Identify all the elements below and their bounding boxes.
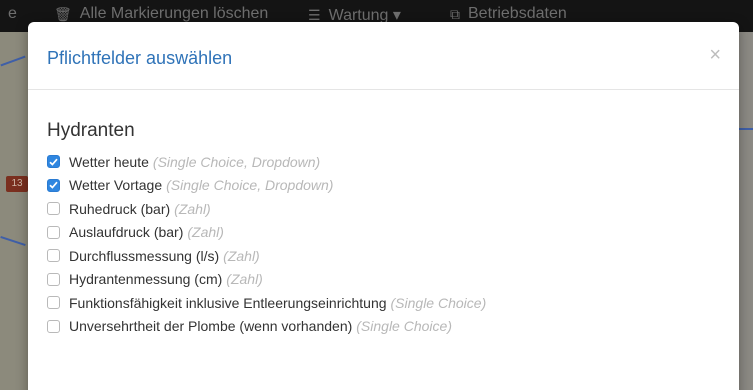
field-type-hint: (Single Choice, Dropdown) [152,153,321,170]
field-type-hint: (Single Choice, Dropdown) [166,177,334,194]
field-label: Ruhedruck (bar) [69,200,171,217]
field-row[interactable]: Funktionsfähigkeit inklusive Entleerungs… [47,291,720,315]
map-marker-badge[interactable]: 13 [6,176,28,192]
field-label: Auslaufdruck (bar) [69,224,184,241]
modal-title: Pflichtfelder auswählen [47,48,233,68]
clear-markers-label: Alle Markierungen löschen [79,5,269,22]
field-type-hint: (Single Choice) [356,318,452,335]
close-icon[interactable]: × [709,45,721,65]
trash-icon: 🗑 [54,5,72,22]
clear-markers-button[interactable]: 🗑 Alle Markierungen löschen [54,5,268,23]
operating-data-button[interactable]: ⧉ Betriebsdaten [450,5,567,23]
section-title: Hydranten [47,120,135,141]
copy-icon: ⧉ [450,5,460,22]
checkmark-icon [49,181,58,189]
field-label: Unversehrtheit der Plombe (wenn vorhande… [69,318,353,335]
field-type-hint: (Zahl) [223,247,260,264]
checkbox-checked[interactable] [47,155,60,169]
modal-header: Pflichtfelder auswählen × [28,22,739,90]
field-row[interactable]: Auslaufdruck (bar) (Zahl) [47,221,720,245]
required-fields-modal: Pflichtfelder auswählen × Hydranten Wett… [28,22,739,390]
field-type-hint: (Zahl) [226,271,263,288]
operating-data-label: Betriebsdaten [468,5,567,22]
field-type-hint: (Single Choice) [390,294,487,311]
field-row[interactable]: Ruhedruck (bar) (Zahl) [47,197,720,221]
checkbox-checked[interactable] [47,178,60,192]
field-row[interactable]: Wetter Vortage (Single Choice, Dropdown) [47,174,720,198]
checkbox-unchecked[interactable] [47,202,60,216]
field-type-hint: (Zahl) [187,224,224,241]
map-edge-left [0,32,28,390]
checkbox-unchecked[interactable] [47,225,60,239]
field-row[interactable]: Hydrantenmessung (cm) (Zahl) [47,268,720,292]
field-label: Funktionsfähigkeit inklusive Entleerungs… [69,294,387,311]
checkbox-unchecked[interactable] [47,296,60,310]
checkmark-icon [49,158,58,166]
field-label: Durchflussmessung (l/s) [69,247,220,264]
checkbox-unchecked[interactable] [47,272,60,286]
field-list: Wetter heute (Single Choice, Dropdown) Wet… [47,150,720,338]
checkbox-unchecked[interactable] [47,319,60,333]
field-row[interactable]: Unversehrtheit der Plombe (wenn vorhande… [47,315,720,339]
field-type-hint: (Zahl) [174,200,211,217]
field-label: Wetter Vortage [69,177,163,194]
field-row[interactable]: Wetter heute (Single Choice, Dropdown) [47,150,720,174]
modal-body: Hydranten Wetter heute (Single Choice, Dr… [28,90,739,338]
field-label: Hydrantenmessung (cm) [69,271,223,288]
checkbox-unchecked[interactable] [47,249,60,263]
field-label: Wetter heute [69,153,149,170]
field-row[interactable]: Durchflussmessung (l/s) (Zahl) [47,244,720,268]
navbar-fragment: e [8,5,17,22]
list-icon: ☰ [308,6,321,23]
